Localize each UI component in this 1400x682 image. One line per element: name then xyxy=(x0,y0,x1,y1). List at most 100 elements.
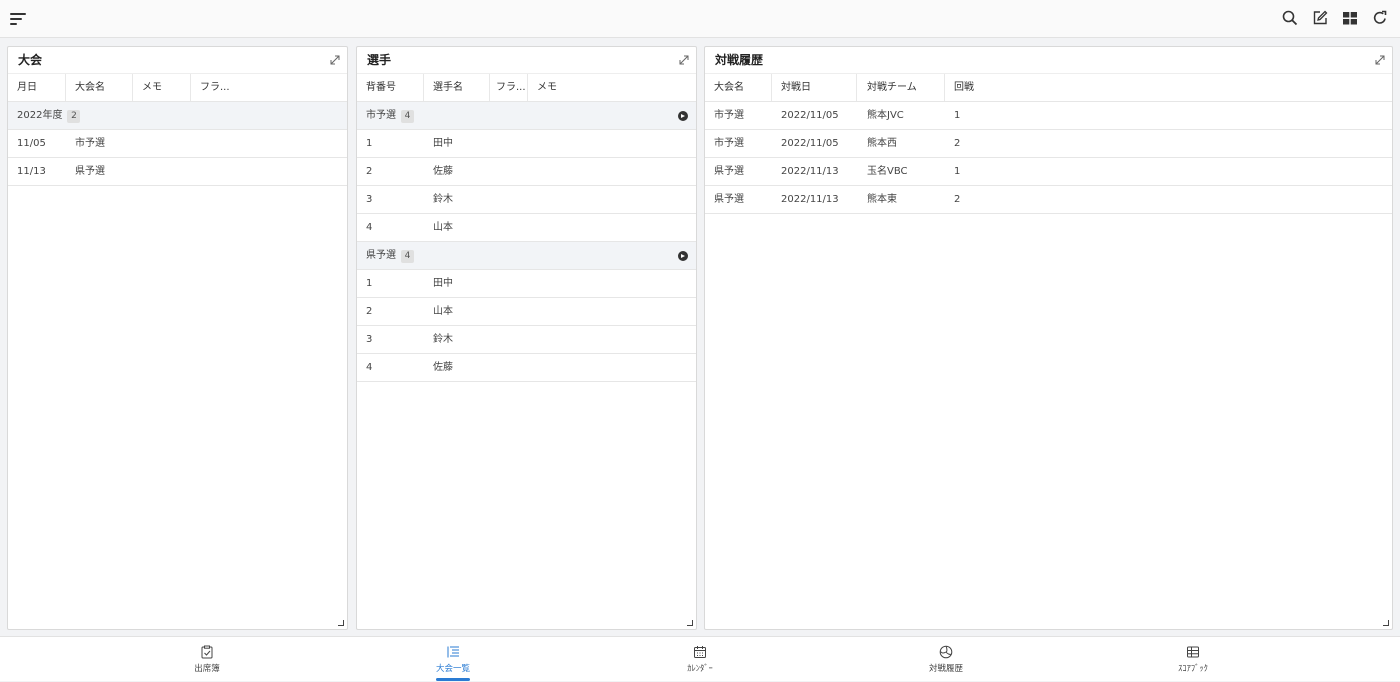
group-label: 市予選 xyxy=(366,110,396,121)
edit-icon[interactable] xyxy=(1310,8,1330,28)
round-cell: 2 xyxy=(954,138,961,149)
nav-label: 対戦履歴 xyxy=(928,664,963,674)
group-label: 県予選 xyxy=(366,250,396,261)
expand-icon[interactable] xyxy=(678,54,690,66)
list-icon xyxy=(447,646,459,658)
team-cell: 熊本JVC xyxy=(867,110,904,121)
menu-icon[interactable] xyxy=(10,11,28,27)
grid-icon[interactable] xyxy=(1340,8,1360,28)
date-cell: 11/05 xyxy=(17,138,46,149)
column-header[interactable]: 選手名 xyxy=(433,74,463,101)
expand-icon[interactable] xyxy=(329,54,341,66)
number-cell: 4 xyxy=(366,222,373,233)
resize-handle-icon[interactable] xyxy=(338,620,344,626)
column-header[interactable]: 大会名 xyxy=(714,74,744,101)
nav-item-attendance[interactable]: 出席簿 xyxy=(147,637,267,682)
refresh-icon[interactable] xyxy=(1370,8,1390,28)
table-row[interactable]: 2 佐藤 xyxy=(357,158,696,186)
table-row[interactable]: 4 山本 xyxy=(357,214,696,242)
round-cell: 1 xyxy=(954,110,961,121)
number-cell: 2 xyxy=(366,306,373,317)
table-row[interactable]: 1 田中 xyxy=(357,130,696,158)
table-row[interactable]: 11/13 県予選 xyxy=(8,158,347,186)
column-header[interactable]: 月日 xyxy=(17,74,37,101)
column-header[interactable]: 大会名 xyxy=(75,74,105,101)
column-header[interactable]: 対戦チーム xyxy=(867,74,917,101)
player-name-cell: 佐藤 xyxy=(433,362,453,373)
group-label: 2022年度 xyxy=(17,110,63,121)
column-header[interactable]: メモ xyxy=(142,74,162,101)
resize-handle-icon[interactable] xyxy=(687,620,693,626)
nav-item-match-history[interactable]: 対戦履歴 xyxy=(886,637,1006,682)
group-row[interactable]: 2022年度 2 xyxy=(8,102,347,130)
column-header[interactable]: フラ... xyxy=(496,74,526,101)
team-cell: 玉名VBC xyxy=(867,166,908,177)
table-row[interactable]: 1 田中 xyxy=(357,270,696,298)
column-header[interactable]: 対戦日 xyxy=(781,74,811,101)
nav-label: 大会一覧 xyxy=(435,664,470,674)
column-header[interactable]: 背番号 xyxy=(366,74,396,101)
number-cell: 2 xyxy=(366,166,373,177)
tournament-panel: 大会 月日 大会名 メモ フラ... 2022年度 2 11/05 市予選 11/… xyxy=(7,46,348,630)
table-row[interactable]: 市予選 2022/11/05 熊本JVC 1 xyxy=(705,102,1392,130)
number-cell: 1 xyxy=(366,278,373,289)
column-header[interactable]: メモ xyxy=(537,74,557,101)
players-panel: 選手 背番号 選手名 フラ... メモ 市予選 4 1 田中 2 佐藤 3 鈴木 4 山本… xyxy=(356,46,697,630)
table-header: 背番号 選手名 フラ... メモ xyxy=(357,74,696,102)
table-row[interactable]: 県予選 2022/11/13 熊本東 2 xyxy=(705,186,1392,214)
nav-label: ｽｺｱﾌﾞｯｸ xyxy=(1178,664,1208,674)
group-row[interactable]: 県予選 4 xyxy=(357,242,696,270)
nav-item-scorebook[interactable]: ｽｺｱﾌﾞｯｸ xyxy=(1133,637,1253,682)
column-header[interactable]: 回戦 xyxy=(954,74,974,101)
player-name-cell: 田中 xyxy=(433,278,453,289)
panel-title-text: 選手 xyxy=(367,53,392,67)
team-cell: 熊本西 xyxy=(867,138,897,149)
search-icon[interactable] xyxy=(1280,8,1300,28)
expand-icon[interactable] xyxy=(1374,54,1386,66)
nav-label: ｶﾚﾝﾀﾞｰ xyxy=(687,664,713,674)
player-name-cell: 佐藤 xyxy=(433,166,453,177)
date-cell: 11/13 xyxy=(17,166,46,177)
date-cell: 2022/11/13 xyxy=(781,194,839,205)
table-row[interactable]: 3 鈴木 xyxy=(357,326,696,354)
count-badge: 2 xyxy=(67,110,81,123)
clipboard-check-icon xyxy=(201,645,213,659)
tournament-cell: 市予選 xyxy=(714,138,744,149)
table-row[interactable]: 2 山本 xyxy=(357,298,696,326)
count-badge: 4 xyxy=(401,110,414,123)
panel-title: 大会 xyxy=(8,47,347,74)
number-cell: 1 xyxy=(366,138,373,149)
number-cell: 3 xyxy=(366,334,373,345)
group-arrow-icon[interactable] xyxy=(678,111,688,121)
nav-item-tournament-list[interactable]: 大会一覧 xyxy=(393,637,513,682)
name-cell: 県予選 xyxy=(75,166,105,177)
player-name-cell: 鈴木 xyxy=(433,334,453,345)
nav-item-calendar[interactable]: ｶﾚﾝﾀﾞｰ xyxy=(640,637,760,682)
table-header: 大会名 対戦日 対戦チーム 回戦 xyxy=(705,74,1392,102)
count-badge: 4 xyxy=(401,250,414,263)
player-name-cell: 田中 xyxy=(433,138,453,149)
table-row[interactable]: 県予選 2022/11/13 玉名VBC 1 xyxy=(705,158,1392,186)
table-row[interactable]: 11/05 市予選 xyxy=(8,130,347,158)
tournament-cell: 県予選 xyxy=(714,194,744,205)
group-arrow-icon[interactable] xyxy=(678,251,688,261)
table-row[interactable]: 市予選 2022/11/05 熊本西 2 xyxy=(705,130,1392,158)
name-cell: 市予選 xyxy=(75,138,105,149)
panel-title-text: 対戦履歴 xyxy=(715,53,764,67)
group-row[interactable]: 市予選 4 xyxy=(357,102,696,130)
table-header: 月日 大会名 メモ フラ... xyxy=(8,74,347,102)
table-icon xyxy=(1187,646,1199,658)
panel-title-text: 大会 xyxy=(18,53,43,67)
number-cell: 3 xyxy=(366,194,373,205)
resize-handle-icon[interactable] xyxy=(1383,620,1389,626)
volleyball-icon xyxy=(939,645,953,659)
nav-label: 出席簿 xyxy=(194,664,220,674)
column-header[interactable]: フラ... xyxy=(200,74,230,101)
round-cell: 1 xyxy=(954,166,961,177)
date-cell: 2022/11/05 xyxy=(781,110,839,121)
number-cell: 4 xyxy=(366,362,373,373)
round-cell: 2 xyxy=(954,194,961,205)
table-row[interactable]: 4 佐藤 xyxy=(357,354,696,382)
table-row[interactable]: 3 鈴木 xyxy=(357,186,696,214)
bottom-nav: 出席簿 大会一覧 ｶﾚﾝﾀﾞｰ 対戦履歴 ｽｺｱﾌﾞｯｸ xyxy=(0,636,1400,681)
